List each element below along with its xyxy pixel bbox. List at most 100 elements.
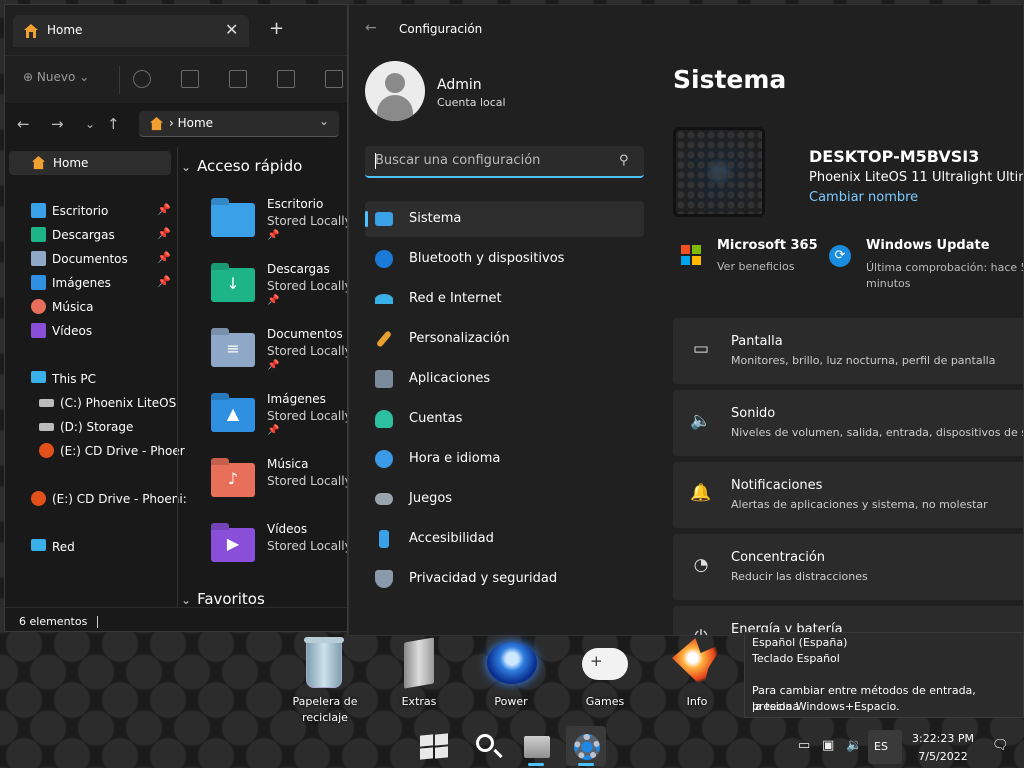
taskbar-settings-button[interactable]: [566, 726, 606, 766]
menu-item-sistema[interactable]: Sistema: [365, 201, 644, 237]
settings-search: ⚲: [365, 146, 644, 178]
settings-card-display[interactable]: ▭ Pantalla Monitores, brillo, luz noctur…: [673, 318, 1023, 384]
quick-access-item[interactable]: ↓ Descargas Stored Locally 📌: [211, 262, 347, 322]
nav-item-drive-c[interactable]: (C:) Phoenix LiteOS: [5, 391, 176, 415]
menu-label: Juegos: [409, 491, 453, 506]
back-arrow-icon[interactable]: ←: [17, 115, 30, 133]
notifications-icon[interactable]: 🗨: [992, 738, 1009, 753]
quick-access-item[interactable]: ≡ Documentos Stored Locally 📌: [211, 327, 347, 387]
documents-folder-icon: ≡: [211, 333, 255, 367]
ms365-title[interactable]: Microsoft 365: [717, 238, 818, 253]
downloads-folder-icon: [31, 227, 46, 242]
start-button[interactable]: [414, 726, 454, 766]
menu-item-accessibility[interactable]: Accesibilidad: [365, 521, 644, 557]
page-title: Sistema: [673, 65, 787, 94]
forward-arrow-icon[interactable]: →: [51, 115, 64, 133]
menu-item-gaming[interactable]: Juegos: [365, 481, 644, 517]
new-button[interactable]: ⊕ Nuevo ⌄: [23, 70, 89, 84]
tooltip-language: Español (España): [752, 636, 848, 649]
quick-access-item[interactable]: ▲ Imágenes Stored Locally 📌: [211, 392, 347, 452]
explorer-tab-home[interactable]: Home ✕: [13, 15, 249, 47]
quick-access-header[interactable]: ⌄ Acceso rápido: [181, 157, 302, 175]
language-indicator[interactable]: ES: [868, 730, 902, 764]
new-tab-icon[interactable]: +: [269, 18, 284, 39]
clock[interactable]: 3:22:23 PM 7/5/2022: [908, 730, 978, 766]
menu-item-privacy[interactable]: Privacidad y seguridad: [365, 561, 644, 597]
chevron-down-icon: ⌄: [181, 160, 192, 174]
desktop-icon-recycle-bin[interactable]: Papelera de reciclaje: [282, 636, 368, 726]
desktop-icon-power[interactable]: Power: [468, 636, 554, 726]
quick-access-item[interactable]: Escritorio Stored Locally 📌: [211, 197, 347, 257]
music-folder-icon: ♪: [211, 463, 255, 497]
search-icon: [476, 734, 494, 752]
windows-update-title[interactable]: Windows Update: [866, 238, 990, 253]
favorites-header[interactable]: ⌄ Favoritos: [181, 590, 265, 608]
battery-icon[interactable]: ▭: [798, 738, 810, 753]
back-arrow-icon[interactable]: ←: [365, 20, 377, 36]
taskbar-explorer-button[interactable]: [516, 726, 556, 766]
nav-item-network[interactable]: Red: [5, 535, 175, 559]
search-input[interactable]: [375, 153, 610, 168]
close-tab-icon[interactable]: ✕: [225, 20, 238, 39]
pin-icon: 📌: [267, 360, 280, 371]
monitor-icon: ▭: [692, 339, 710, 359]
menu-item-network[interactable]: Red e Internet: [365, 281, 644, 317]
menu-label: Sistema: [409, 211, 462, 226]
taskbar-search-button[interactable]: [466, 726, 506, 766]
tooltip-hint-2: la tecla Windows+Espacio.: [752, 700, 900, 713]
music-icon: [31, 299, 46, 314]
menu-item-personalization[interactable]: Personalización: [365, 321, 644, 357]
computer-icon: [31, 371, 46, 383]
nav-item-videos[interactable]: Vídeos: [5, 319, 175, 343]
recent-chevron-icon[interactable]: ⌄: [85, 117, 95, 131]
desktop-icon-games[interactable]: Games: [562, 636, 648, 726]
nav-item-drive-d[interactable]: (D:) Storage: [5, 415, 175, 439]
cut-icon[interactable]: [133, 70, 151, 88]
settings-card-notifications[interactable]: 🔔 Notificaciones Alertas de aplicaciones…: [673, 462, 1023, 528]
search-icon[interactable]: ⚲: [619, 153, 629, 168]
desktop-icon-info[interactable]: Info: [654, 636, 740, 726]
up-arrow-icon[interactable]: ↑: [107, 115, 120, 133]
videos-folder-icon: ▶: [211, 528, 255, 562]
chevron-down-icon[interactable]: ⌄: [319, 114, 329, 128]
settings-card-focus[interactable]: ◔ Concentración Reducir las distraccione…: [673, 534, 1023, 600]
nav-item-drive-e[interactable]: (E:) CD Drive - Phoer: [5, 439, 185, 463]
avatar[interactable]: [365, 61, 425, 121]
user-name: Admin: [437, 77, 482, 93]
menu-label: Bluetooth y dispositivos: [409, 251, 565, 266]
nav-item-downloads[interactable]: Descargas 📌: [5, 223, 175, 247]
nav-label: Escritorio: [52, 204, 109, 218]
menu-item-accounts[interactable]: Cuentas: [365, 401, 644, 437]
menu-item-bluetooth[interactable]: Bluetooth y dispositivos: [365, 241, 644, 277]
card-title: Notificaciones: [731, 478, 823, 493]
clock-time: 3:22:23 PM: [911, 732, 975, 745]
menu-item-apps[interactable]: Aplicaciones: [365, 361, 644, 397]
menu-item-time-language[interactable]: Hora e idioma: [365, 441, 644, 477]
nav-item-drive-e-root[interactable]: (E:) CD Drive - Phoeni:: [5, 487, 187, 511]
share-icon[interactable]: [325, 70, 343, 88]
nav-item-documents[interactable]: Documentos 📌: [5, 247, 175, 271]
quick-access-item[interactable]: ▶ Vídeos Stored Locally: [211, 522, 348, 582]
item-status: Stored Locally: [267, 539, 348, 553]
nav-item-desktop[interactable]: Escritorio 📌: [5, 199, 175, 223]
running-indicator: [578, 763, 594, 766]
copy-icon[interactable]: [181, 70, 199, 88]
address-bar: ← → ⌄ ↑ › Home ⌄: [5, 103, 347, 147]
volume-icon[interactable]: 🔉: [846, 738, 862, 753]
nav-item-music[interactable]: Música: [5, 295, 175, 319]
nav-item-pictures[interactable]: Imágenes 📌: [5, 271, 175, 295]
rename-icon[interactable]: [277, 70, 295, 88]
item-status: Stored Locally: [267, 474, 348, 488]
desktop-icon-extras[interactable]: Extras: [376, 636, 462, 726]
quick-access-item[interactable]: ♪ Música Stored Locally: [211, 457, 348, 517]
nav-label: Home: [53, 156, 89, 170]
network-icon[interactable]: ▣: [822, 738, 834, 753]
item-name: Descargas: [267, 262, 330, 276]
address-box[interactable]: › Home ⌄: [139, 111, 339, 137]
paste-icon[interactable]: [229, 70, 247, 88]
settings-card-sound[interactable]: 🔈 Sonido Niveles de volumen, salida, ent…: [673, 390, 1023, 456]
rename-link[interactable]: Cambiar nombre: [809, 190, 918, 205]
nav-item-this-pc[interactable]: This PC: [5, 367, 175, 391]
nav-item-home[interactable]: Home: [9, 151, 171, 175]
address-path: Home: [177, 116, 214, 130]
